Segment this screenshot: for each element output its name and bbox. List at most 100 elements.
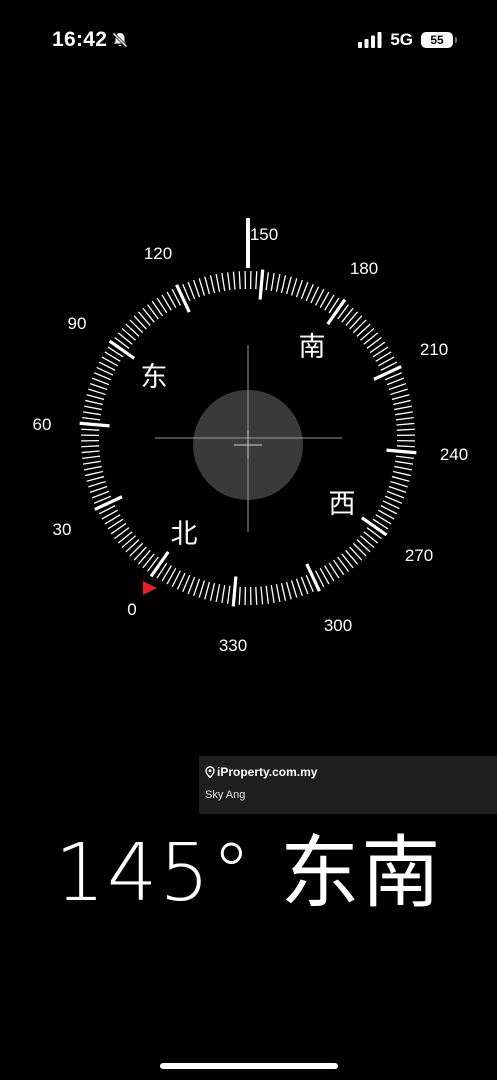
minor-tick-220 (391, 394, 410, 401)
watermark-brand-text: iProperty.com.my (217, 765, 318, 779)
minor-tick-134 (215, 273, 221, 292)
minor-tick-58 (81, 428, 100, 431)
minor-tick-14 (121, 535, 136, 549)
compass-svg: 0 30 60 90 120 150 180 210 240 270 300 3… (33, 218, 468, 655)
minor-tick-156 (275, 273, 281, 292)
minor-tick-126 (193, 279, 201, 298)
minor-tick-244 (395, 460, 414, 465)
minor-tick-230 (396, 422, 415, 426)
minor-tick-6 (137, 550, 151, 565)
major-tick-120 (175, 284, 191, 313)
minor-tick-100 (129, 319, 144, 334)
minor-tick-96 (121, 327, 136, 341)
minor-tick-10 (129, 542, 144, 557)
minor-tick-310 (285, 581, 292, 600)
minor-tick-318 (265, 585, 269, 604)
minor-tick-276 (360, 535, 375, 549)
minor-tick-216 (388, 383, 407, 391)
major-tick-210 (373, 365, 402, 381)
minor-tick-246 (394, 465, 413, 471)
minor-tick-338 (209, 583, 216, 601)
minor-tick-140 (232, 271, 236, 290)
major-tick-330 (231, 576, 238, 607)
minor-tick-48 (82, 455, 101, 459)
minor-tick-34 (91, 490, 110, 499)
minor-tick-124 (187, 281, 196, 300)
location-pin-icon (205, 766, 215, 778)
minor-tick-346 (187, 576, 196, 595)
minor-tick-166 (300, 281, 309, 300)
degree-label-330: 330 (219, 636, 247, 655)
watermark: iProperty.com.my Sky Ang (199, 756, 497, 814)
minor-tick-226 (395, 411, 414, 416)
minor-tick-278 (356, 539, 371, 553)
minor-tick-78 (94, 372, 112, 381)
degree-label-30: 30 (53, 520, 72, 539)
minor-tick-46 (82, 460, 101, 465)
minor-tick-228 (395, 417, 414, 421)
minor-tick-254 (388, 485, 407, 493)
minor-tick-344 (193, 578, 201, 597)
major-tick-300 (305, 563, 321, 592)
major-tick-30 (94, 495, 123, 511)
minor-tick-98 (125, 323, 140, 337)
degree-label-180: 180 (350, 259, 378, 278)
minor-tick-186 (345, 311, 359, 326)
degree-label-150: 150 (250, 225, 278, 244)
minor-tick-348 (182, 574, 191, 592)
minor-tick-62 (82, 417, 101, 421)
minor-tick-160 (285, 276, 292, 295)
minor-tick-342 (198, 580, 206, 598)
minor-tick-40 (86, 475, 105, 482)
heading-readout: 145° 东南 (0, 808, 497, 923)
minor-tick-76 (91, 377, 110, 386)
minor-tick-242 (395, 455, 414, 459)
minor-tick-316 (270, 585, 275, 604)
home-indicator[interactable] (160, 1063, 338, 1069)
minor-tick-8 (133, 546, 147, 561)
minor-tick-218 (390, 388, 408, 396)
degree-label-0: 0 (127, 600, 136, 619)
minor-tick-142 (238, 271, 241, 290)
minor-tick-132 (209, 275, 216, 293)
minor-tick-168 (305, 284, 314, 302)
minor-tick-280 (352, 542, 367, 557)
minor-tick-222 (393, 399, 411, 406)
minor-tick-136 (221, 272, 226, 291)
minor-tick-50 (81, 450, 100, 454)
minor-tick-68 (85, 399, 103, 406)
cardinal-label-south: 南 (299, 332, 326, 363)
watermark-author: Sky Ang (205, 789, 246, 801)
minor-tick-256 (386, 490, 405, 499)
minor-tick-282 (349, 546, 363, 561)
watermark-brand: iProperty.com.my (205, 765, 317, 779)
north-marker-icon (143, 581, 157, 595)
minor-tick-312 (280, 583, 287, 601)
minor-tick-44 (83, 465, 102, 471)
major-tick-240 (386, 448, 417, 455)
minor-tick-214 (386, 377, 405, 386)
cardinal-label-north: 北 (171, 519, 198, 550)
minor-tick-304 (300, 576, 309, 595)
minor-tick-194 (360, 327, 375, 341)
minor-tick-158 (280, 275, 287, 293)
minor-tick-128 (198, 278, 206, 296)
minor-tick-104 (137, 311, 151, 326)
minor-tick-322 (255, 586, 258, 605)
minor-tick-334 (221, 585, 226, 604)
minor-tick-12 (125, 539, 140, 553)
minor-tick-70 (86, 394, 105, 401)
heading-direction: 东南 (280, 827, 443, 919)
minor-tick-42 (85, 470, 103, 477)
minor-tick-66 (83, 405, 102, 411)
minor-tick-314 (275, 584, 281, 603)
minor-tick-250 (391, 475, 410, 482)
degree-label-120: 120 (144, 244, 172, 263)
heading-degrees: 145° (54, 827, 254, 919)
minor-tick-308 (290, 580, 298, 598)
minor-tick-188 (349, 315, 363, 330)
minor-tick-336 (215, 584, 221, 603)
minor-tick-328 (238, 586, 241, 605)
minor-tick-148 (255, 271, 258, 290)
major-tick-150 (258, 269, 265, 300)
